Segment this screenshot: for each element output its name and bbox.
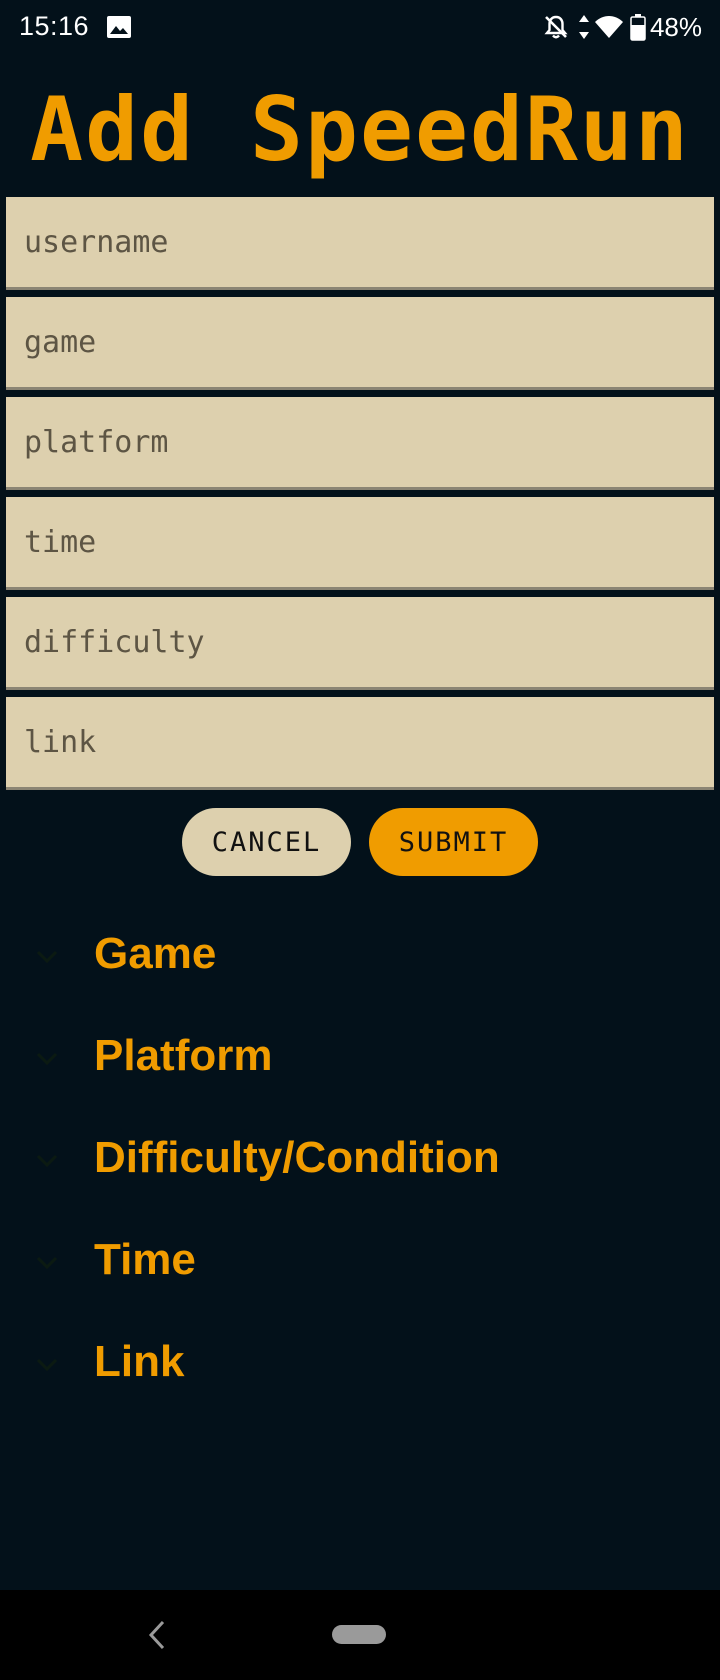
section-label: Game xyxy=(94,929,217,978)
section-time[interactable]: Time xyxy=(0,1212,720,1314)
data-arrows-icon xyxy=(578,15,589,39)
form-buttons: CANCEL SUBMIT xyxy=(0,808,720,876)
chevron-down-icon xyxy=(36,1256,58,1270)
battery-percent: 48% xyxy=(649,11,702,42)
status-bar: 15:16 48% xyxy=(0,0,720,56)
wifi-icon xyxy=(594,16,623,38)
submit-button[interactable]: SUBMIT xyxy=(369,808,538,876)
time-field[interactable] xyxy=(6,497,714,590)
chevron-down-icon xyxy=(36,950,58,964)
home-pill-icon[interactable] xyxy=(332,1625,386,1644)
speedrun-form xyxy=(6,197,714,797)
section-platform[interactable]: Platform xyxy=(0,1008,720,1110)
sort-sections: Game Platform Difficulty/Condition Time … xyxy=(0,906,720,1416)
platform-field[interactable] xyxy=(6,397,714,490)
link-field[interactable] xyxy=(6,697,714,790)
navigation-bar xyxy=(0,1590,720,1680)
section-game[interactable]: Game xyxy=(0,906,720,1008)
battery-icon xyxy=(630,14,646,41)
section-link[interactable]: Link xyxy=(0,1314,720,1416)
section-label: Link xyxy=(94,1337,185,1386)
status-icons: 48% xyxy=(542,12,702,42)
section-label: Time xyxy=(94,1235,196,1284)
image-icon xyxy=(107,16,131,38)
status-time: 15:16 xyxy=(19,11,90,41)
username-field[interactable] xyxy=(6,197,714,290)
section-difficulty[interactable]: Difficulty/Condition xyxy=(0,1110,720,1212)
chevron-down-icon xyxy=(36,1154,58,1168)
page-title: Add SpeedRun xyxy=(30,78,690,181)
chevron-down-icon xyxy=(36,1052,58,1066)
game-field[interactable] xyxy=(6,297,714,390)
section-label: Platform xyxy=(94,1031,273,1080)
cancel-button[interactable]: CANCEL xyxy=(182,808,351,876)
back-icon[interactable] xyxy=(145,1618,169,1652)
chevron-down-icon xyxy=(36,1358,58,1372)
bell-off-icon xyxy=(544,15,568,39)
difficulty-field[interactable] xyxy=(6,597,714,690)
section-label: Difficulty/Condition xyxy=(94,1133,500,1182)
